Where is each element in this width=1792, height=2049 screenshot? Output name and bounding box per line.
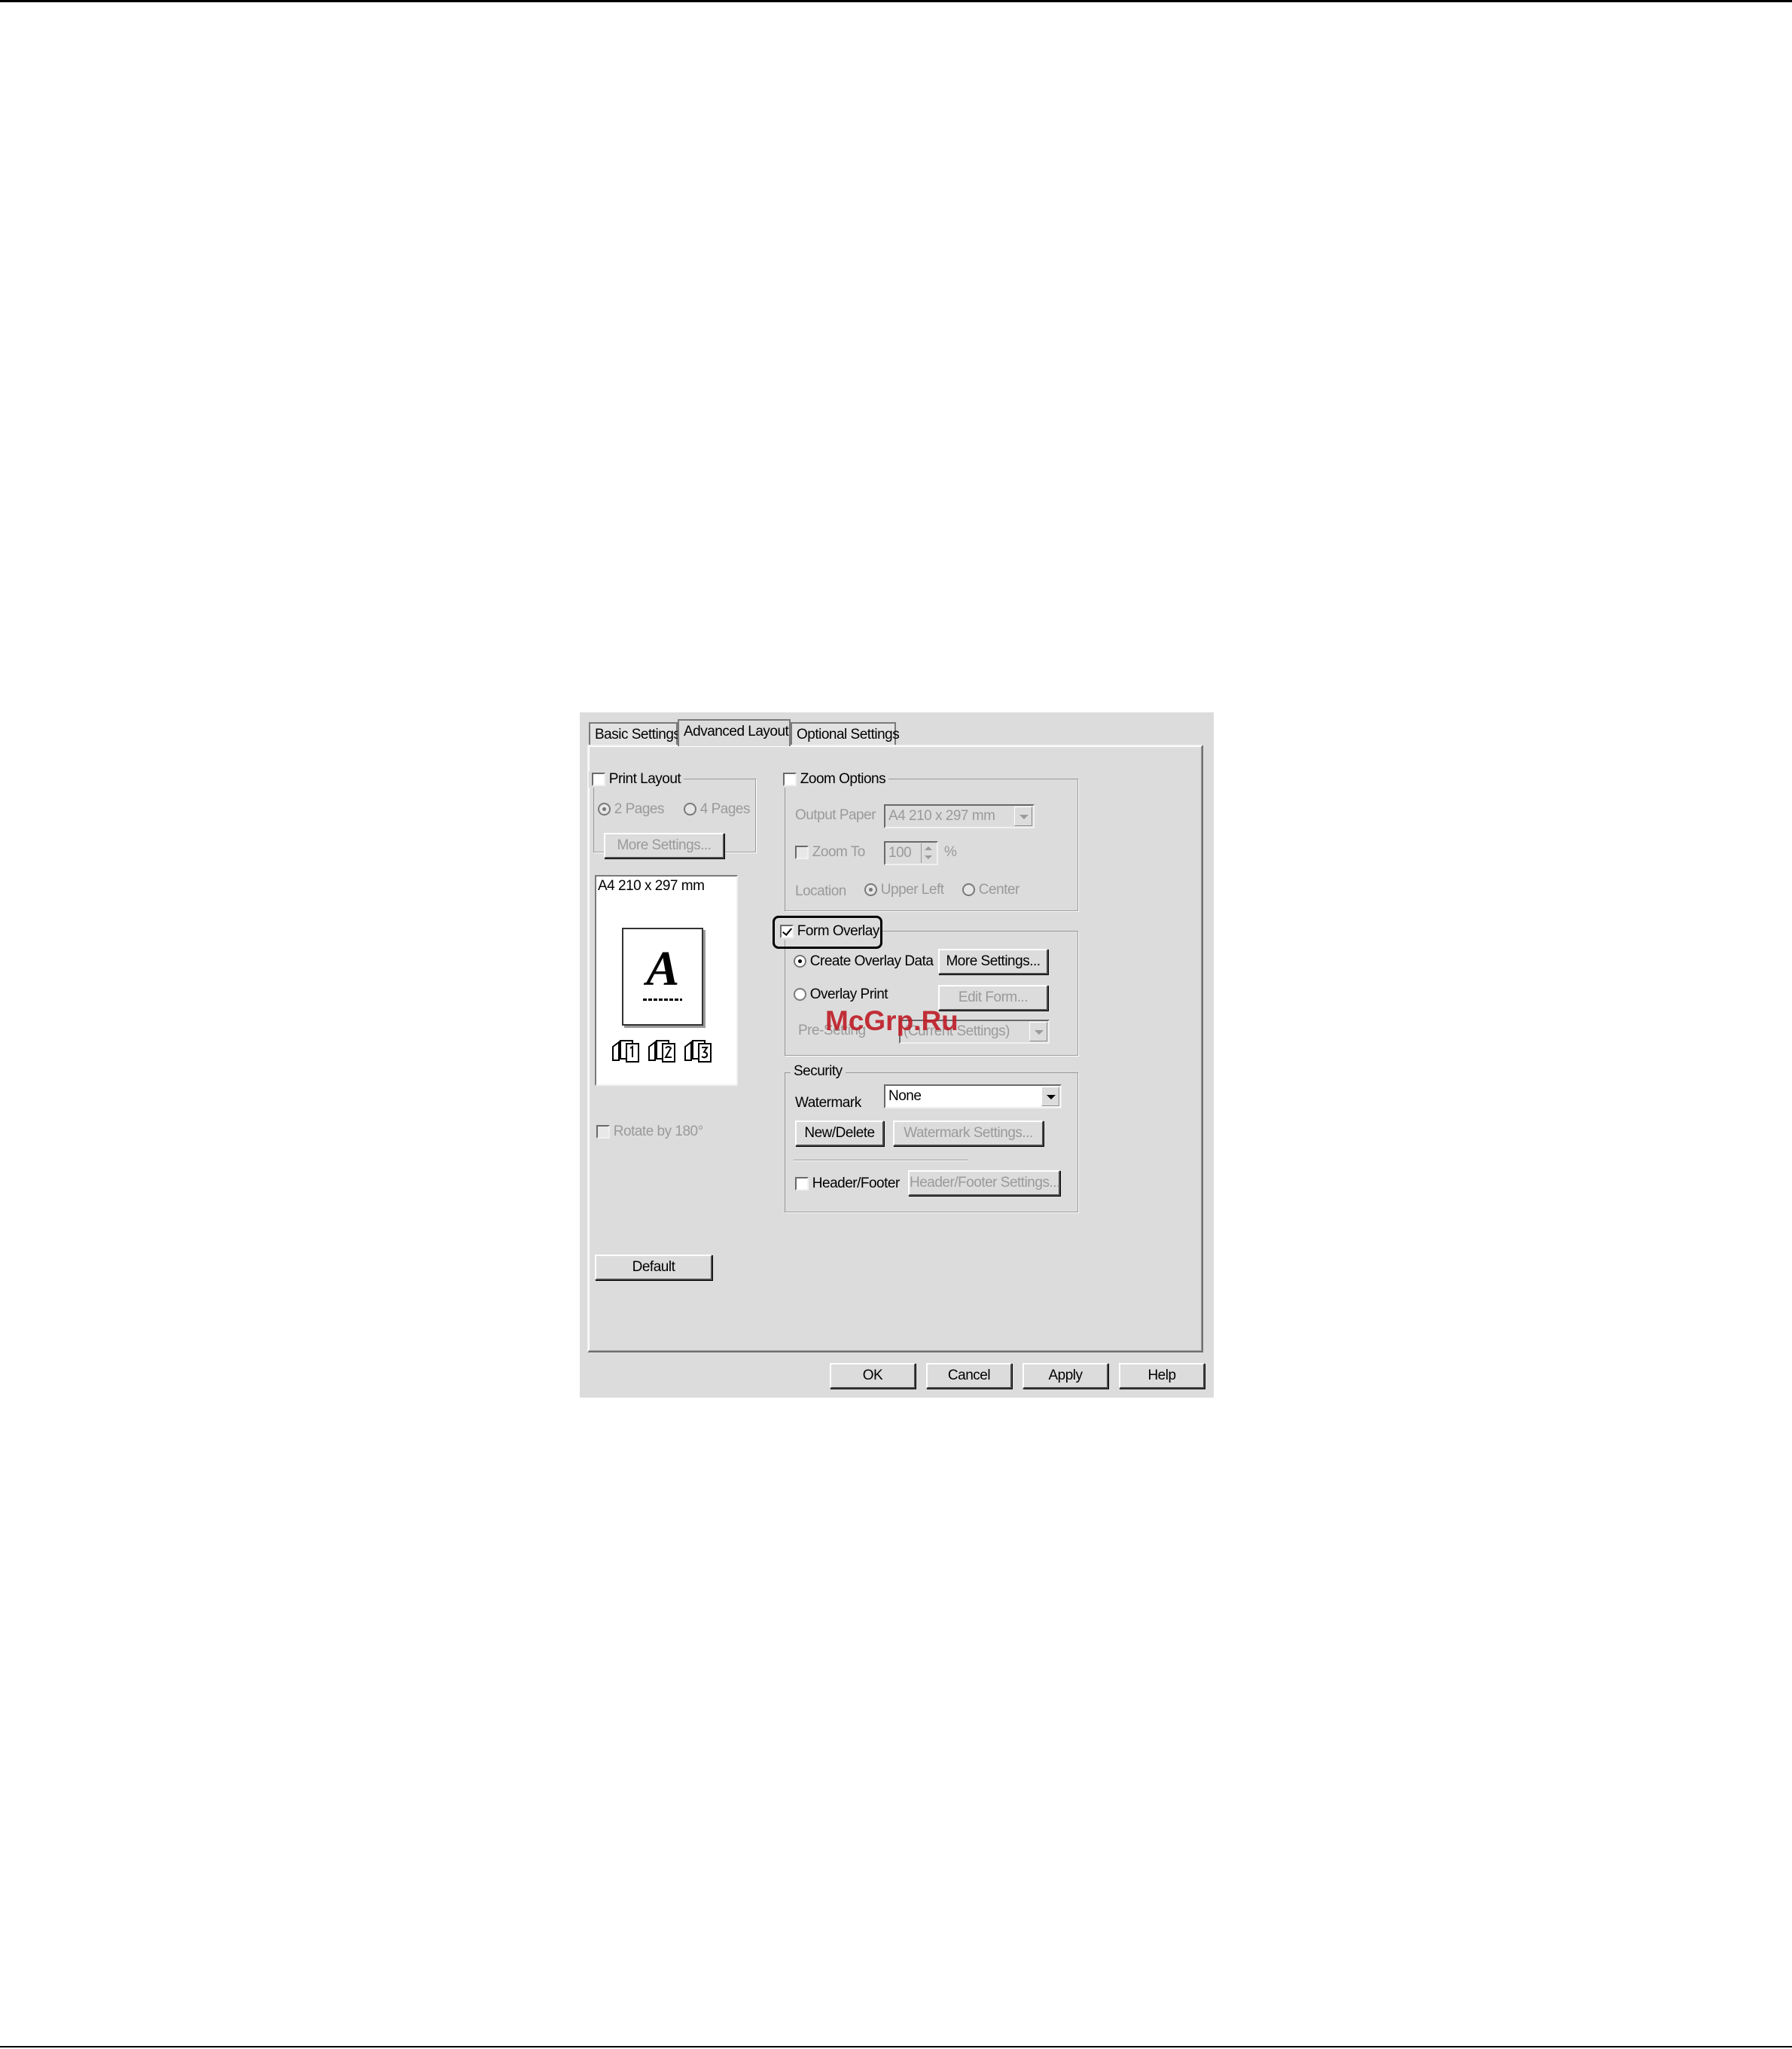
tab-basic-settings[interactable]: Basic Settings xyxy=(589,722,681,746)
location-center-indicator xyxy=(962,883,975,897)
create-overlay-data-label: Create Overlay Data xyxy=(809,953,934,969)
overlay-print-radio[interactable]: Overlay Print xyxy=(794,986,888,1003)
copies-stack-3-icon xyxy=(684,1040,712,1063)
location-upper-left[interactable]: Upper Left xyxy=(864,882,944,898)
create-overlay-data-indicator xyxy=(794,955,806,968)
location-center-label: Center xyxy=(978,882,1020,898)
print-layout-legend: Print Layout xyxy=(589,771,684,788)
zoom-value-spinner[interactable]: 100 xyxy=(884,841,938,865)
tab-optional-settings[interactable]: Optional Settings xyxy=(791,722,900,746)
print-layout-checkbox[interactable] xyxy=(592,772,605,786)
preview-page-line xyxy=(643,999,682,1001)
security-separator xyxy=(794,1160,968,1161)
zoom-unit: % xyxy=(944,844,957,860)
print-layout-label: Print Layout xyxy=(608,771,681,787)
output-paper-value: A4 210 x 297 mm xyxy=(888,808,995,824)
radio-2-pages-label: 2 Pages xyxy=(614,801,665,817)
copies-stack-1-icon xyxy=(612,1040,639,1063)
site-watermark: McGrp.Ru xyxy=(825,1005,958,1036)
cancel-button[interactable]: Cancel xyxy=(926,1363,1012,1389)
preview-page: A xyxy=(622,928,703,1026)
radio-4-pages-label: 4 Pages xyxy=(699,801,751,817)
output-paper-select[interactable]: A4 210 x 297 mm xyxy=(884,804,1035,828)
header-footer-checkbox xyxy=(795,1176,809,1191)
radio-4-pages-indicator xyxy=(684,803,696,816)
top-rule xyxy=(0,0,1792,2)
overlay-print-label: Overlay Print xyxy=(809,986,888,1002)
rotate-by-180[interactable]: Rotate by 180° xyxy=(596,1124,703,1140)
new-delete-button[interactable]: New/Delete xyxy=(795,1121,884,1146)
spinner-arrows-icon xyxy=(921,843,936,863)
overlay-more-settings-button[interactable]: More Settings... xyxy=(938,949,1048,974)
printer-properties-dialog: Basic Settings Advanced Layout Optional … xyxy=(580,712,1214,1398)
preview-paper-label: A4 210 x 297 mm xyxy=(598,878,705,894)
bottom-rule xyxy=(0,2046,1792,2047)
create-overlay-data-radio[interactable]: Create Overlay Data xyxy=(794,953,934,970)
output-paper-dropdown-icon xyxy=(1014,806,1032,826)
zoom-options-checkbox[interactable] xyxy=(783,772,797,786)
zoom-options-legend: Zoom Options xyxy=(780,771,889,788)
watermark-dropdown-icon xyxy=(1041,1087,1059,1106)
header-footer-settings-button[interactable]: Header/Footer Settings... xyxy=(908,1170,1060,1196)
print-layout-more-settings-button[interactable]: More Settings... xyxy=(604,833,724,858)
apply-button[interactable]: Apply xyxy=(1022,1363,1108,1389)
output-paper-label: Output Paper xyxy=(795,807,876,823)
rotate-label: Rotate by 180° xyxy=(613,1124,703,1139)
security-legend: Security xyxy=(791,1063,846,1080)
tab-advanced-layout[interactable]: Advanced Layout xyxy=(678,719,791,746)
preview-page-letter: A xyxy=(646,941,679,996)
default-button[interactable]: Default xyxy=(595,1255,712,1280)
ok-button[interactable]: OK xyxy=(830,1363,916,1389)
location-upper-left-label: Upper Left xyxy=(880,882,944,898)
rotate-checkbox xyxy=(596,1124,610,1139)
radio-2-pages[interactable]: 2 Pages xyxy=(598,801,665,818)
header-footer[interactable]: Header/Footer xyxy=(795,1175,900,1192)
zoom-value: 100 xyxy=(888,845,912,861)
presetting-dropdown-icon xyxy=(1029,1022,1047,1041)
form-overlay-highlight xyxy=(773,916,882,949)
watermark-value: None xyxy=(888,1088,922,1104)
overlay-print-indicator xyxy=(794,988,806,1002)
radio-4-pages[interactable]: 4 Pages xyxy=(684,801,751,818)
location-center[interactable]: Center xyxy=(962,882,1019,898)
zoom-to[interactable]: Zoom To xyxy=(795,844,865,861)
help-button[interactable]: Help xyxy=(1119,1363,1205,1389)
zoom-options-label: Zoom Options xyxy=(800,771,886,787)
header-footer-label: Header/Footer xyxy=(812,1175,901,1191)
watermark-settings-button[interactable]: Watermark Settings... xyxy=(893,1121,1044,1146)
copies-stack-2-icon xyxy=(648,1040,675,1063)
watermark-select[interactable]: None xyxy=(884,1084,1062,1108)
layout-preview: A4 210 x 297 mm A xyxy=(595,875,738,1086)
location-upper-left-indicator xyxy=(864,883,877,897)
zoom-to-checkbox xyxy=(795,845,809,859)
location-label: Location xyxy=(795,883,846,899)
watermark-label: Watermark xyxy=(795,1095,861,1111)
zoom-to-label: Zoom To xyxy=(812,844,866,860)
radio-2-pages-indicator xyxy=(598,803,611,816)
